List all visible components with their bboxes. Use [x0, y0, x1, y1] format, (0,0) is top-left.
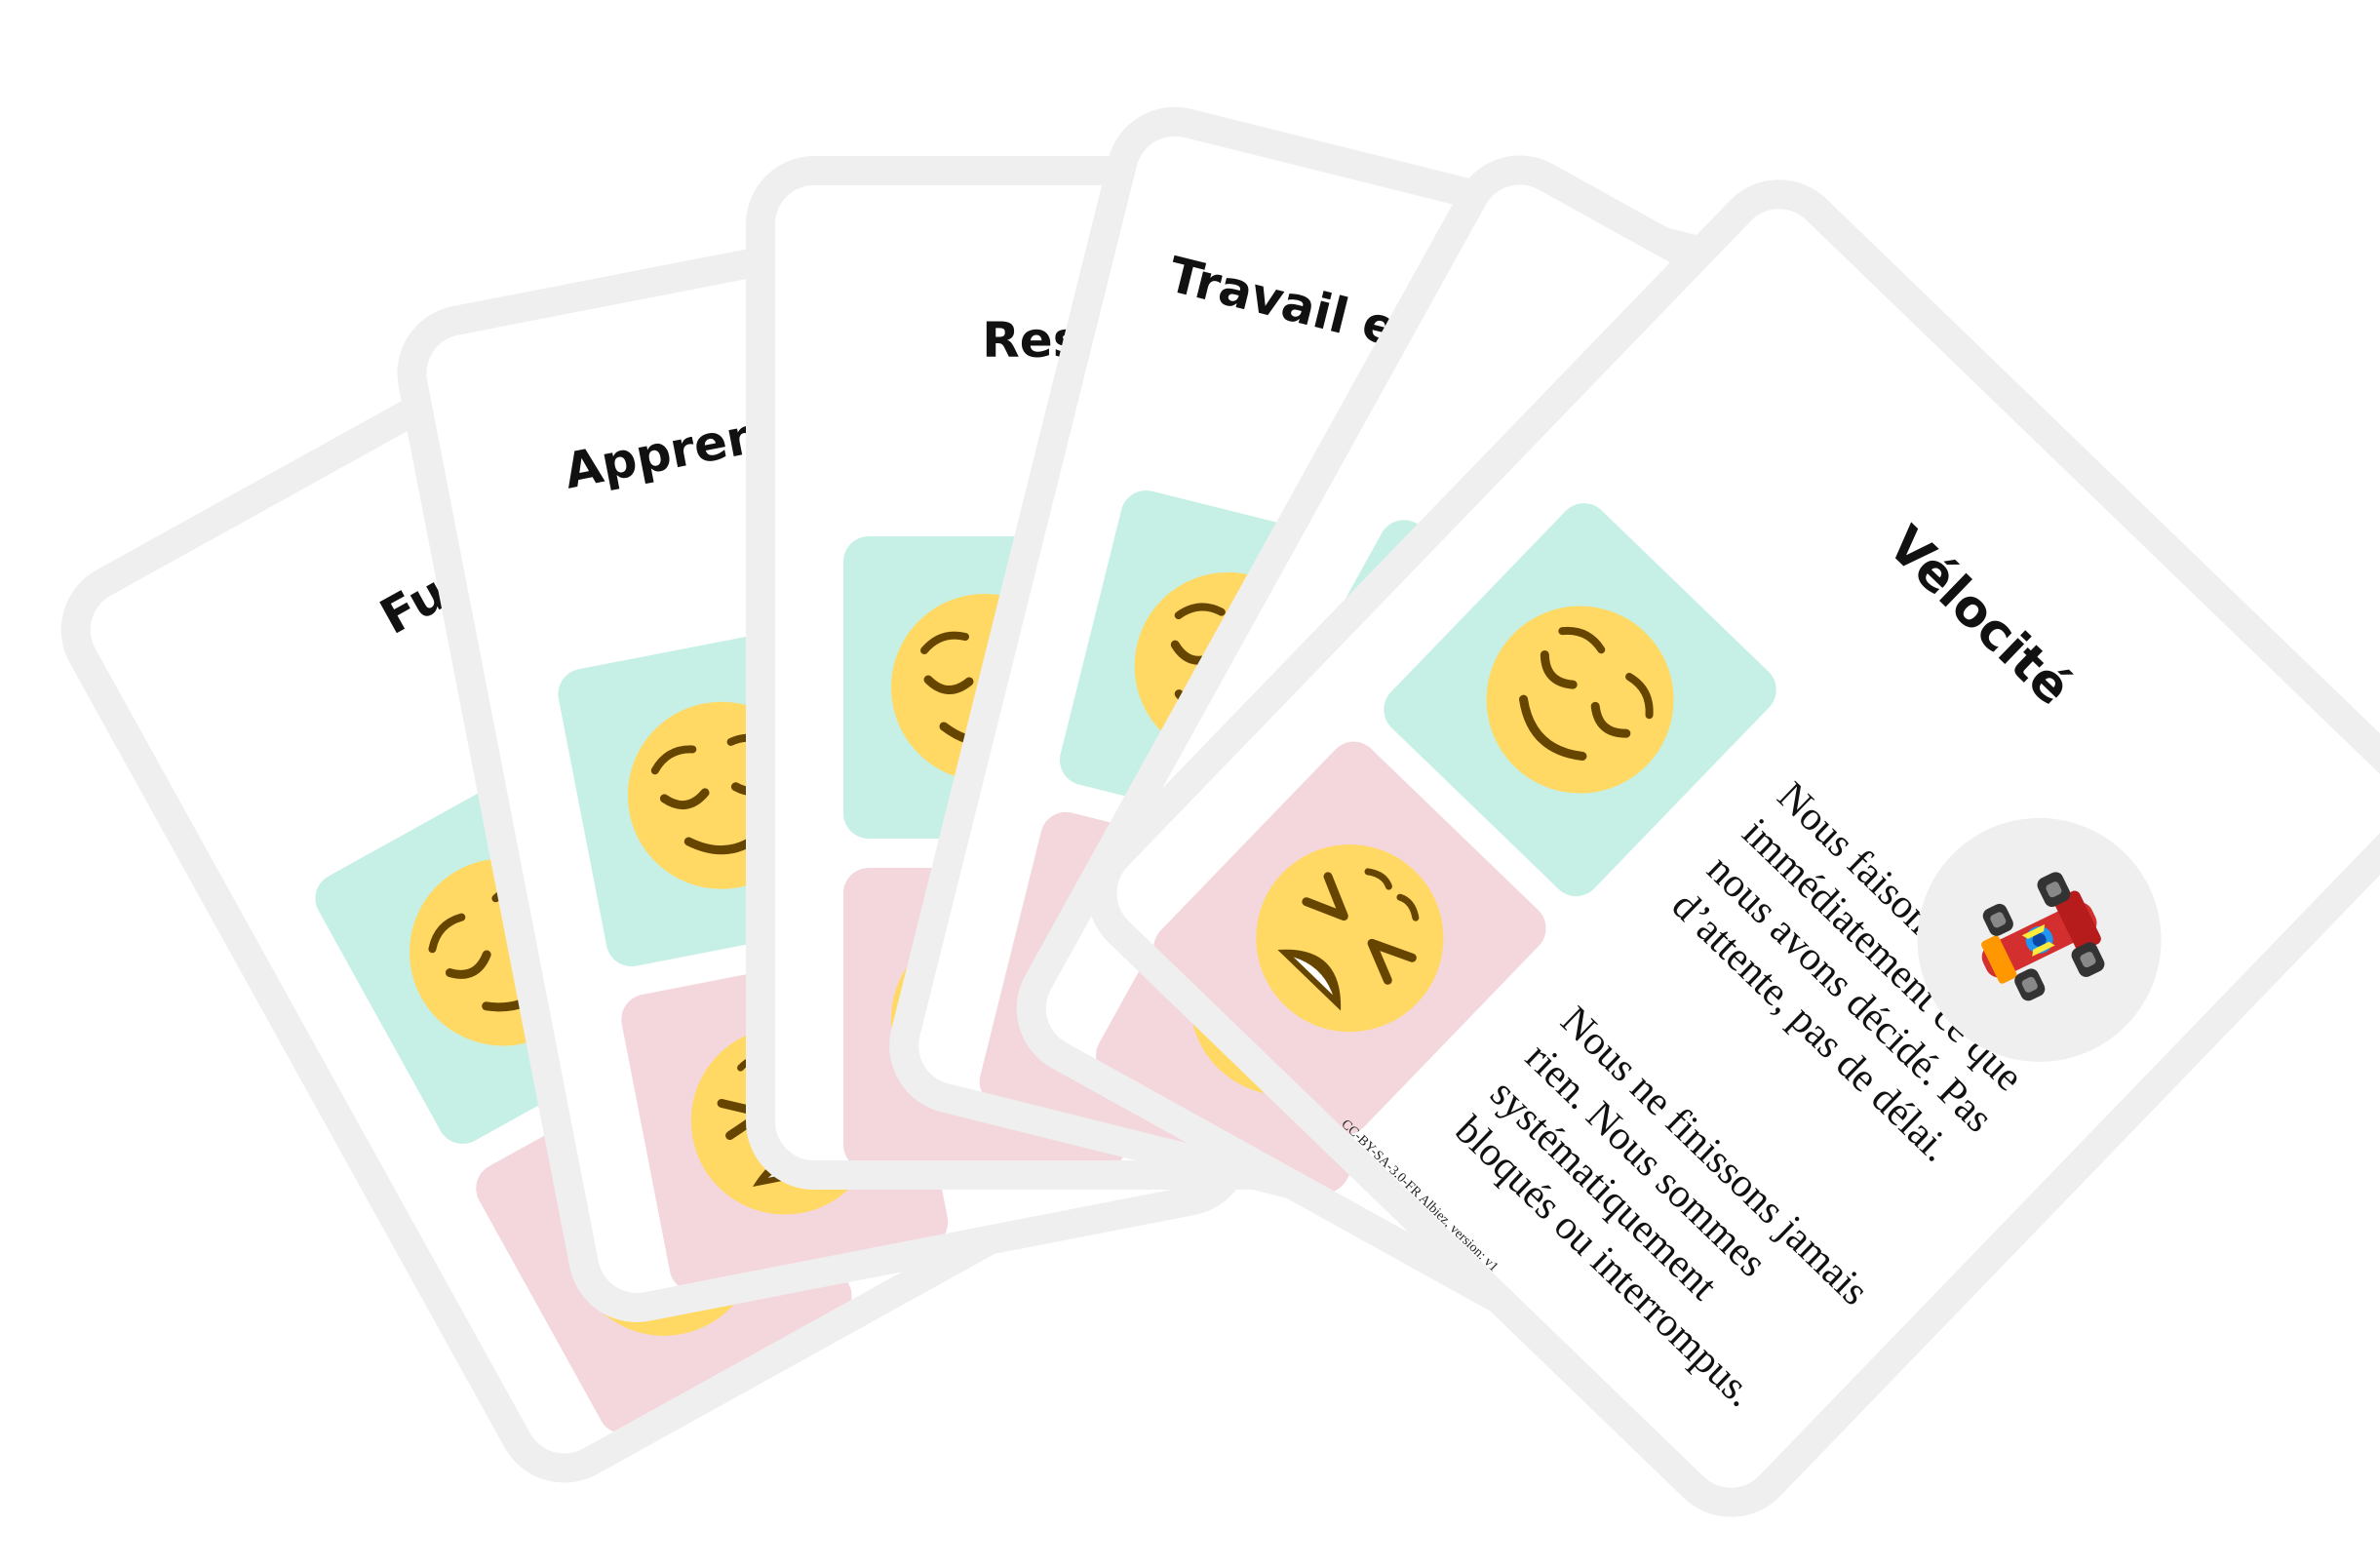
race-car-icon	[1981, 872, 2105, 1001]
card-fan: Fun Apprentissage Respect Travail en com…	[0, 0, 2380, 1567]
relieved-face-icon	[1442, 562, 1718, 838]
